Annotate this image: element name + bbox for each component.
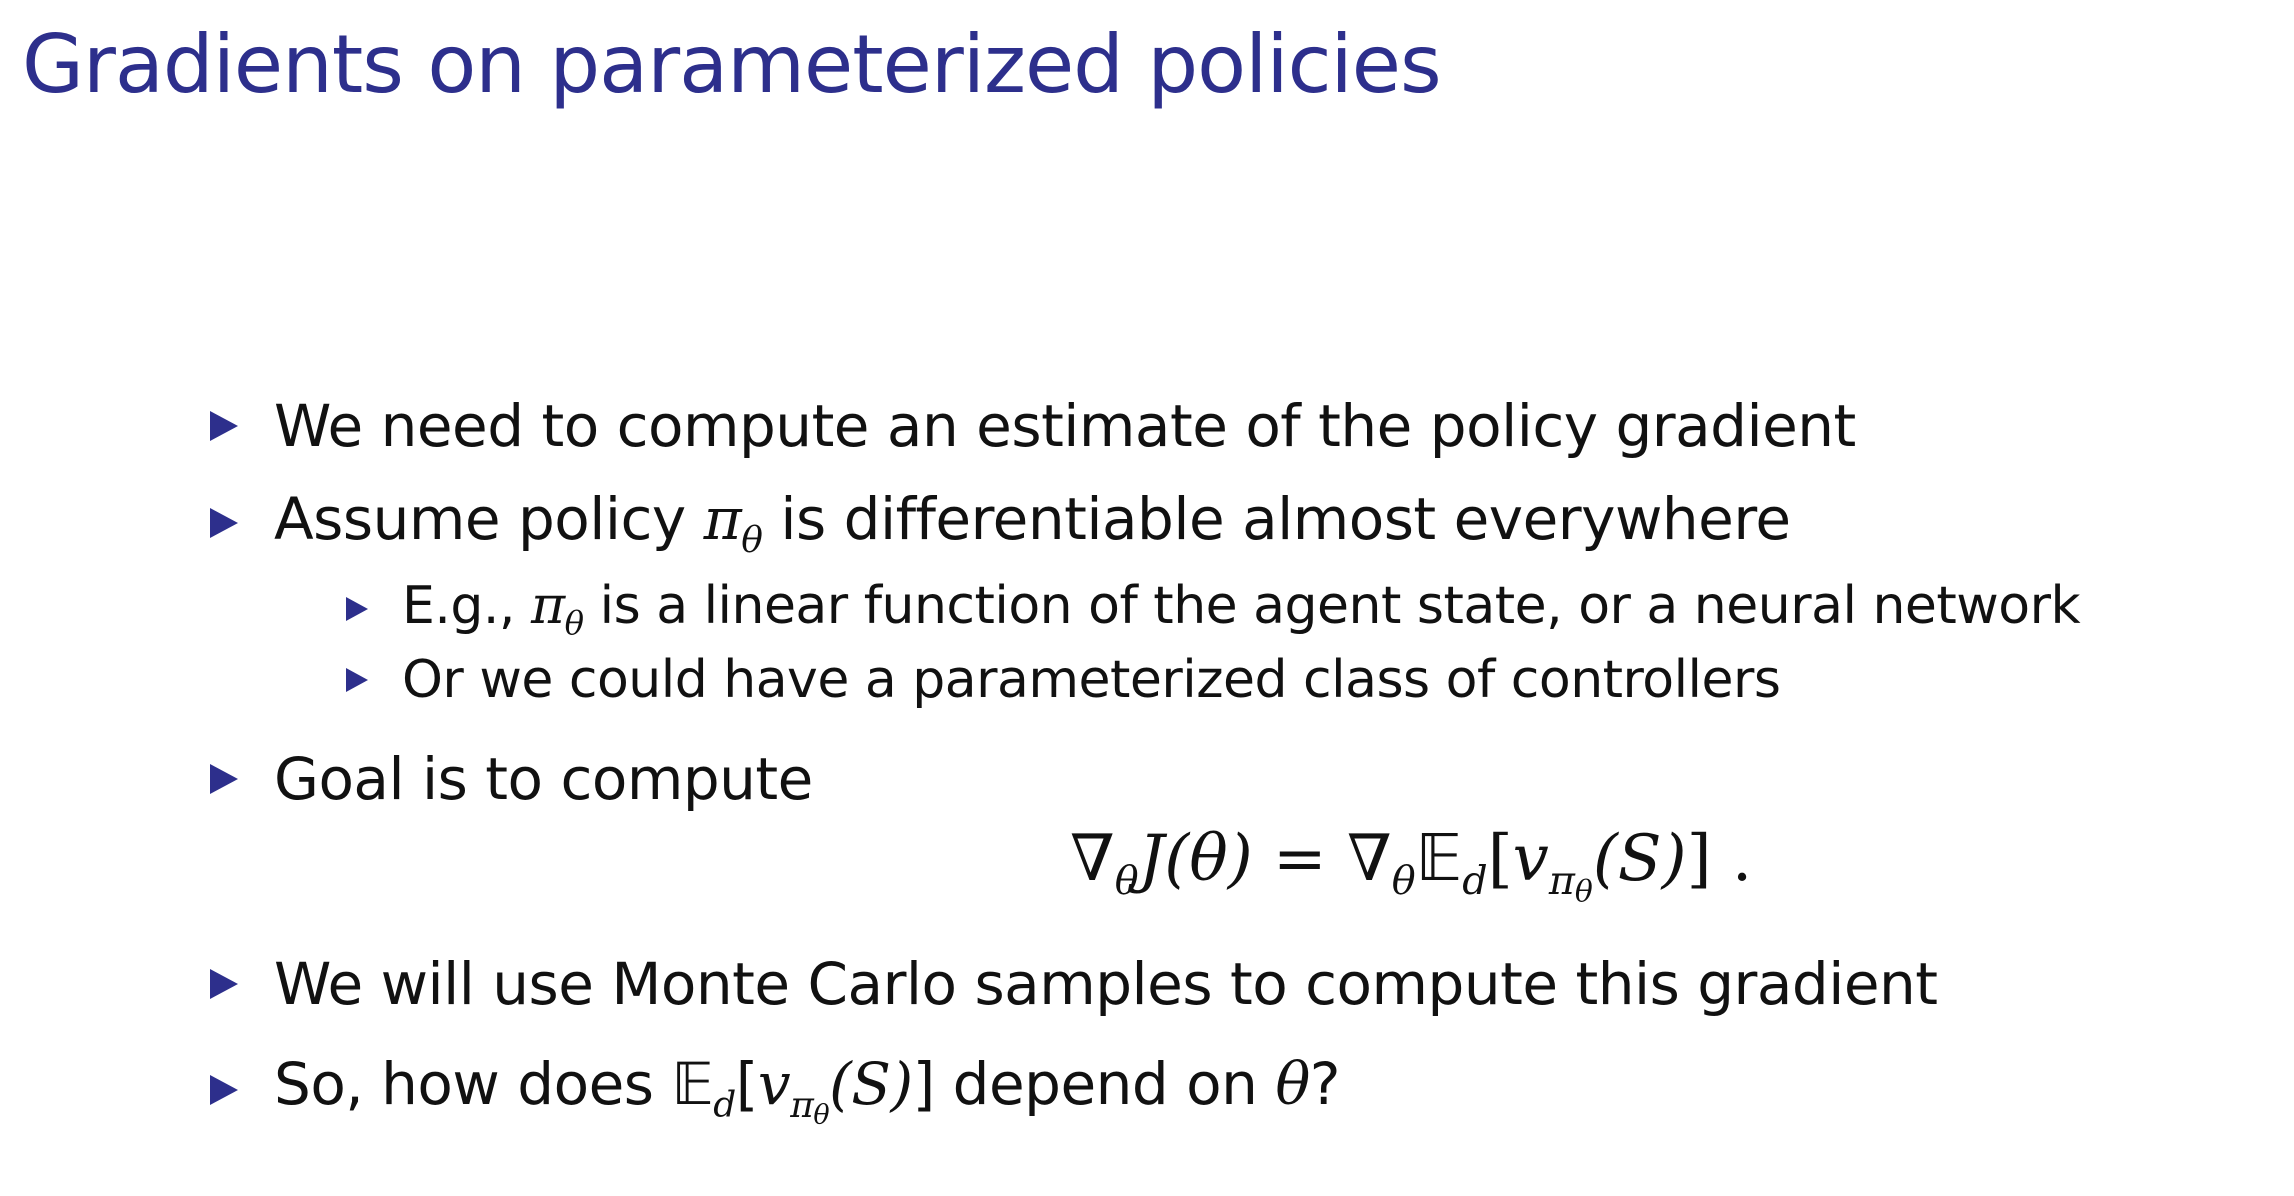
slide: Gradients on parameterized policies We n… [0,0,2294,1196]
text-segment: is a linear function of the agent state,… [583,576,2081,636]
text-segment: So, how does [274,1050,672,1118]
triangle-bullet-icon [346,597,368,622]
triangle-bullet-icon [210,969,238,999]
policy-symbol: π [1548,857,1575,904]
question-mark: ? [1309,1050,1341,1118]
triangle-bullet-icon [210,411,238,441]
bullet-item: We will use Monte Carlo samples to compu… [210,950,1938,1018]
bullet-item: We need to compute an estimate of the po… [210,392,1856,460]
triangle-bullet-icon [210,764,238,794]
text-segment: is differentiable almost everywhere [762,485,1791,553]
objective-argument: (θ) [1164,822,1253,896]
theta-subscript: θ [1391,857,1416,904]
expectation-symbol: 𝔼 [1415,822,1463,896]
triangle-bullet-icon [210,507,238,538]
policy-symbol: π [530,576,565,636]
open-bracket: [ [735,1050,759,1118]
period: . [1711,822,1753,896]
sub-bullet-item: Or we could have a parameterized class o… [346,650,1781,710]
policy-subscript: θ [741,519,763,561]
triangle-bullet-icon [346,668,368,692]
value-symbol: v [757,1050,791,1118]
bullet-text: We need to compute an estimate of the po… [274,392,1856,460]
text-segment: E.g., [402,576,531,636]
bullet-item: So, how does 𝔼d[vπθ(S)] depend on θ? [210,1050,1341,1131]
bullet-item: Assume policy πθ is differentiable almos… [210,485,1791,561]
theta-subscript: θ [813,1099,830,1131]
bullet-item: Goal is to compute [210,745,813,813]
bullet-text: So, how does 𝔼d[vπθ(S)] depend on θ? [274,1050,1341,1131]
policy-symbol: π [790,1084,814,1126]
equals-sign: = [1252,822,1348,896]
text-segment: depend on [934,1050,1276,1118]
bullet-text: We will use Monte Carlo samples to compu… [274,950,1938,1018]
slide-title: Gradients on parameterized policies [22,18,1442,111]
close-bracket: ] [1686,822,1712,896]
close-bracket: ] [912,1050,936,1118]
bullet-text: Assume policy πθ is differentiable almos… [274,485,1791,561]
value-subscript: πθ [790,1084,829,1131]
state-argument: (S) [829,1050,913,1118]
theta-symbol: θ [1275,1050,1310,1118]
nabla-symbol: ∇ [1070,822,1115,896]
value-subscript: πθ [1548,857,1593,909]
nabla-symbol: ∇ [1347,822,1392,896]
expectation-symbol: 𝔼 [671,1050,714,1118]
sub-bullet-text: Or we could have a parameterized class o… [402,650,1781,710]
distribution-subscript: d [713,1084,736,1126]
state-argument: (S) [1592,822,1687,896]
policy-gradient-equation: ∇θJ(θ) = ∇θ𝔼d[vπθ(S)] . [1070,822,1752,909]
theta-subscript: θ [1574,874,1593,910]
distribution-subscript: d [1462,857,1488,904]
triangle-bullet-icon [210,1075,238,1106]
bullet-text: Goal is to compute [274,745,813,813]
policy-symbol: π [703,485,742,553]
objective-symbol: J [1138,822,1165,896]
open-bracket: [ [1487,822,1513,896]
sub-bullet-text: E.g., πθ is a linear function of the age… [402,576,2081,643]
text-segment: Assume policy [274,485,704,553]
policy-subscript: θ [564,604,584,643]
value-symbol: v [1512,822,1549,896]
theta-subscript: θ [1114,857,1139,904]
sub-bullet-item: E.g., πθ is a linear function of the age… [346,576,2081,643]
